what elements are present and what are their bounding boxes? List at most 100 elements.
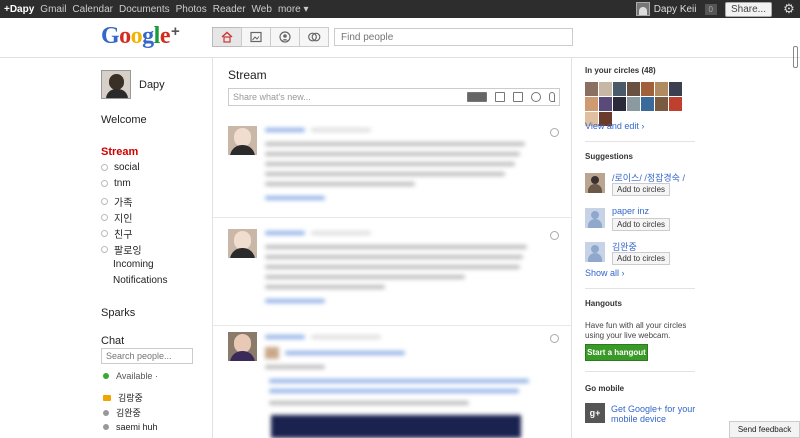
sidebar-item-circle-friends[interactable]: 친구 [101,226,132,241]
circle-member-avatar[interactable] [669,82,682,96]
user-avatar[interactable] [635,2,650,16]
circle-member-avatar[interactable] [599,97,612,111]
account-area: Dapy Keii 0 Share... ⚙ [635,0,800,18]
nav-link-calendar[interactable]: Calendar [72,4,113,15]
share-attachment-icons [459,92,555,102]
idle-status-icon [103,424,109,430]
emoticon-icon[interactable] [467,92,487,102]
nav-link-reader[interactable]: Reader [213,4,246,15]
location-pin-icon[interactable] [549,92,555,102]
video-icon[interactable] [513,92,523,102]
top-nav-bar: +Dapy Gmail Calendar Documents Photos Re… [0,0,800,18]
send-feedback-button[interactable]: Send feedback [729,421,800,438]
nav-link-gmail[interactable]: Gmail [40,4,66,15]
post-author-avatar[interactable] [228,332,257,361]
suggestion-avatar[interactable] [585,173,605,193]
circle-member-avatar[interactable] [641,97,654,111]
profile-name[interactable]: Dapy [139,79,165,91]
add-to-circles-button[interactable]: Add to circles [612,252,671,265]
share-button[interactable]: Share... [724,1,772,17]
sidebar-item-incoming[interactable]: Incoming [113,259,154,270]
chat-status-selector[interactable]: Available · [103,371,158,381]
nav-link-more[interactable]: more ▾ [278,4,309,15]
sidebar-item-circle-social[interactable]: social [101,162,140,173]
chat-contact-name: 김랑중 [118,393,143,403]
nav-link-plus-dapy[interactable]: +Dapy [4,4,34,15]
circles-button[interactable] [299,27,329,47]
chat-contact[interactable]: 김완중 [103,406,141,419]
circle-dot-icon [101,164,108,171]
nav-link-documents[interactable]: Documents [119,4,170,15]
camera-icon[interactable] [495,92,505,102]
sidebar-item-circle-acquaintances[interactable]: 지인 [101,210,132,225]
circle-member-avatar[interactable] [627,82,640,96]
sidebar-item-welcome[interactable]: Welcome [101,114,147,126]
gear-icon[interactable]: ⚙ [778,1,800,17]
google-plus-logo[interactable]: Google+ [101,23,180,50]
circle-member-avatar[interactable] [669,97,682,111]
circle-label: 팔로잉 [114,246,142,257]
suggestion-avatar[interactable] [585,242,605,262]
post-author-avatar[interactable] [228,229,257,258]
show-all-suggestions-link[interactable]: Show all › [585,268,625,278]
hangouts-description: Have fun with all your circles using you… [585,321,687,340]
add-to-circles-button[interactable]: Add to circles [612,183,671,196]
sidebar-item-circle-following[interactable]: 팔로잉 [101,242,142,257]
circle-member-avatar[interactable] [641,82,654,96]
video-camera-icon [103,394,111,401]
idle-status-icon [103,409,109,416]
section-divider [585,371,695,372]
circle-member-avatar[interactable] [613,97,626,111]
home-icon [221,31,233,43]
nav-link-photos[interactable]: Photos [176,4,207,15]
stream-post [213,329,571,438]
circle-dot-icon [101,214,108,221]
circle-member-avatar[interactable] [655,97,668,111]
circle-member-avatar[interactable] [655,82,668,96]
post-menu-icon[interactable] [550,128,559,137]
sidebar-item-notifications[interactable]: Notifications [113,275,167,286]
user-name[interactable]: Dapy Keii [654,4,697,15]
circle-member-avatar[interactable] [585,97,598,111]
share-box[interactable]: Share what's new... [228,88,560,106]
circle-label: tnm [114,178,131,189]
circle-member-avatar[interactable] [599,82,612,96]
circle-label: 친구 [114,230,133,241]
link-icon[interactable] [531,92,541,102]
start-hangout-button[interactable]: Start a hangout [585,344,648,361]
profile-button[interactable] [270,27,300,47]
chat-contact[interactable]: saemi huh [103,422,158,432]
view-and-edit-link[interactable]: View and edit › [585,121,644,131]
post-menu-icon[interactable] [550,334,559,343]
sidebar-item-circle-family[interactable]: 가족 [101,194,132,209]
find-people-search-input[interactable] [334,28,573,46]
add-to-circles-button[interactable]: Add to circles [612,218,671,231]
section-divider [585,288,695,289]
post-menu-icon[interactable] [550,231,559,240]
chat-search-input[interactable] [101,348,193,364]
photos-button[interactable] [241,27,271,47]
sidebar-item-stream[interactable]: Stream [101,146,138,158]
chat-contact-name: 김완중 [116,408,141,418]
notification-count-badge[interactable]: 0 [704,3,717,15]
profile-photo[interactable] [101,70,131,99]
go-mobile-heading: Go mobile [585,384,625,393]
circle-member-avatar[interactable] [613,82,626,96]
circle-label: social [114,162,140,173]
circle-dot-icon [101,180,108,187]
sidebar-item-sparks[interactable]: Sparks [101,307,135,319]
chat-contact[interactable]: 김랑중 [103,391,143,404]
post-author-avatar[interactable] [228,126,257,155]
sidebar-item-circle-tnm[interactable]: tnm [101,178,131,189]
stream-title: Stream [228,68,267,82]
home-button[interactable] [212,27,242,47]
get-mobile-app-link[interactable]: Get Google+ for your mobile device [611,404,706,424]
suggestion-name[interactable]: paper inz [612,206,649,216]
section-divider [585,141,695,142]
circle-member-avatar[interactable] [627,97,640,111]
in-your-circles-heading: In your circles (48) [585,66,656,75]
nav-link-web[interactable]: Web [252,4,272,15]
suggestion-avatar[interactable] [585,208,605,228]
circle-label: 가족 [114,198,133,209]
circle-member-avatar[interactable] [585,82,598,96]
